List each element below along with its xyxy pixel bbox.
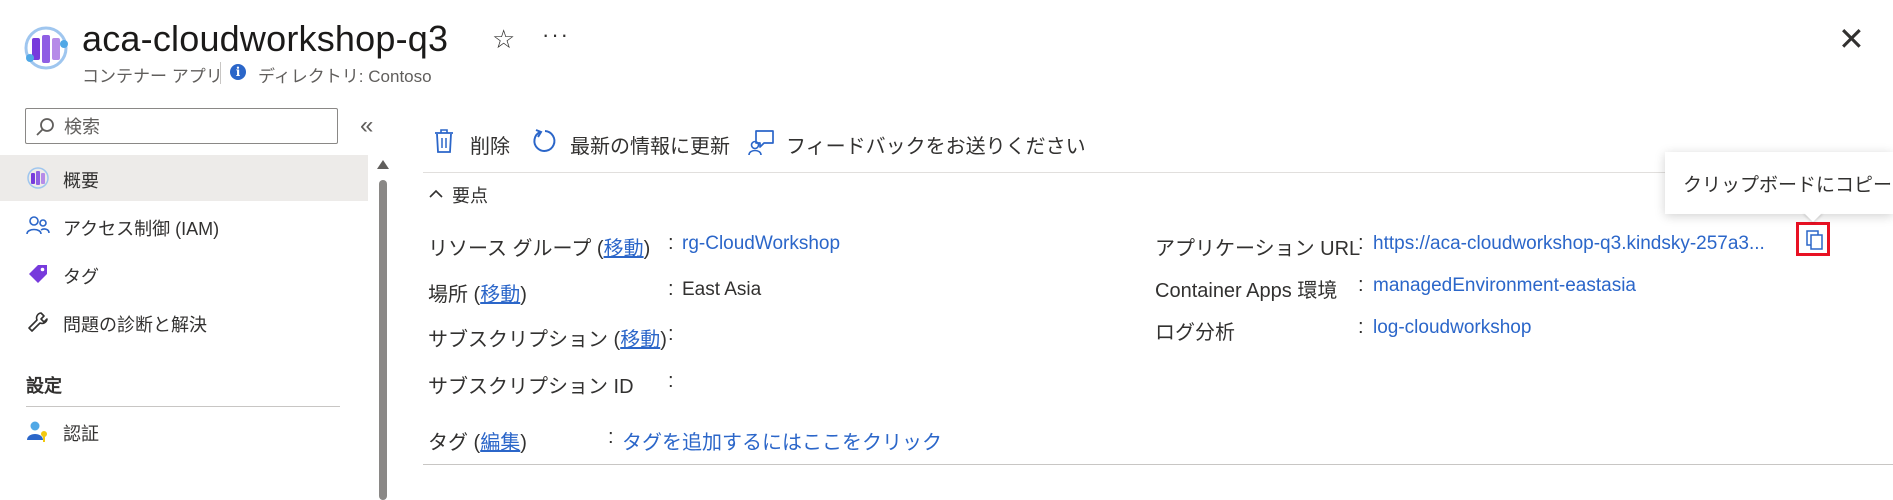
search-input[interactable] (62, 111, 336, 143)
move-link[interactable]: 移動 (620, 329, 660, 351)
tooltip: クリップボードにコピー (1665, 152, 1893, 222)
refresh-label: 最新の情報に更新 (570, 136, 730, 158)
essentials-label: 要点 (452, 186, 488, 206)
container-app-icon (24, 26, 68, 70)
label-text: ) (660, 329, 667, 351)
tooltip-text: クリップボードにコピー (1683, 175, 1893, 196)
label-text: 場所 ( (428, 284, 481, 306)
colon: : (608, 426, 614, 448)
label-text: タグ ( (428, 432, 481, 454)
tag-icon (29, 265, 47, 283)
label-text: リソース グループ ( (428, 238, 604, 260)
colon: : (668, 232, 674, 254)
sidebar-item-label: 概要 (63, 171, 99, 191)
refresh-icon (533, 129, 556, 152)
add-tags-link[interactable]: タグを追加するにはここをクリック (622, 426, 942, 455)
property-label-log-analytics: ログ分析 (1155, 322, 1235, 344)
divider (423, 464, 1893, 465)
colon: : (1358, 274, 1364, 296)
sidebar-item-authentication[interactable]: 認証 (0, 408, 368, 454)
feedback-button[interactable]: フィードバックをお送りください (748, 126, 1086, 158)
edit-link[interactable]: 編集 (480, 432, 520, 454)
user-key-icon (27, 421, 47, 442)
label-text: ) (520, 284, 527, 306)
page-title: aca-cloudworkshop-q3 (82, 18, 449, 59)
collapse-sidebar-button[interactable]: « (360, 112, 373, 140)
chevron-up-icon (429, 189, 443, 198)
people-icon (26, 216, 50, 235)
label-text: ) (643, 238, 651, 260)
label-text: ) (520, 432, 527, 454)
copy-to-clipboard-button[interactable] (1796, 222, 1830, 256)
move-link[interactable]: 移動 (604, 238, 644, 260)
sidebar-item-overview[interactable]: 概要 (0, 155, 368, 201)
star-icon[interactable]: ☆ (492, 24, 515, 55)
property-label-location: 場所 (移動) (428, 278, 527, 307)
refresh-button[interactable]: 最新の情報に更新 (532, 126, 732, 158)
sidebar-item-label: アクセス制御 (IAM) (63, 219, 220, 239)
search-box[interactable] (25, 108, 338, 144)
colon: : (1358, 232, 1364, 254)
directory-label: ディレクトリ: Contoso (258, 67, 432, 86)
move-link[interactable]: 移動 (480, 284, 520, 306)
search-icon (36, 118, 54, 136)
sidebar-item-tags[interactable]: タグ (0, 251, 368, 297)
label-text: サブスクリプション ( (428, 329, 621, 351)
property-label-subscription: サブスクリプション (移動) (428, 323, 667, 352)
sidebar-item-iam[interactable]: アクセス制御 (IAM) (0, 203, 368, 249)
property-label-resource-group: リソース グループ (移動) (428, 232, 650, 261)
feedback-icon (748, 130, 774, 156)
colon: : (668, 370, 674, 392)
resource-type-label: コンテナー アプリ (82, 67, 223, 86)
close-icon[interactable]: ✕ (1838, 20, 1865, 58)
scrollbar-thumb[interactable] (379, 180, 387, 500)
resource-group-link[interactable]: rg-CloudWorkshop (682, 233, 840, 255)
divider (220, 62, 221, 84)
container-app-icon (27, 167, 49, 189)
tooltip-arrow (1803, 212, 1823, 222)
colon: : (668, 278, 674, 300)
sidebar-scrollbar[interactable] (377, 160, 389, 500)
feedback-label: フィードバックをお送りください (786, 136, 1086, 158)
property-label-tags: タグ (編集) (428, 426, 527, 455)
copy-icon (1806, 230, 1823, 250)
divider (26, 406, 340, 407)
property-label-app-url: アプリケーション URL (1155, 238, 1361, 260)
property-label-environment: Container Apps 環境 (1155, 280, 1338, 302)
sidebar-item-label: 認証 (63, 424, 99, 444)
info-icon: i (230, 64, 246, 80)
sidebar-item-label: タグ (63, 267, 99, 287)
trash-icon (435, 129, 453, 153)
environment-link[interactable]: managedEnvironment-eastasia (1373, 275, 1636, 297)
colon: : (1358, 316, 1364, 338)
wrench-icon (28, 312, 48, 332)
scroll-up-arrow-icon[interactable] (377, 160, 389, 169)
sidebar-item-diagnose[interactable]: 問題の診断と解決 (0, 299, 368, 345)
delete-button[interactable]: 削除 (432, 126, 512, 158)
property-label-subscription-id: サブスクリプション ID (428, 376, 634, 398)
sidebar-item-label: 問題の診断と解決 (63, 315, 207, 335)
location-value: East Asia (682, 279, 762, 300)
delete-label: 削除 (470, 136, 510, 158)
colon: : (668, 323, 674, 345)
section-heading-settings: 設定 (26, 376, 62, 396)
log-analytics-link[interactable]: log-cloudworkshop (1373, 317, 1531, 339)
ellipsis-icon[interactable]: ··· (542, 22, 570, 48)
app-url-link[interactable]: https://aca-cloudworkshop-q3.kindsky-257… (1373, 233, 1765, 255)
